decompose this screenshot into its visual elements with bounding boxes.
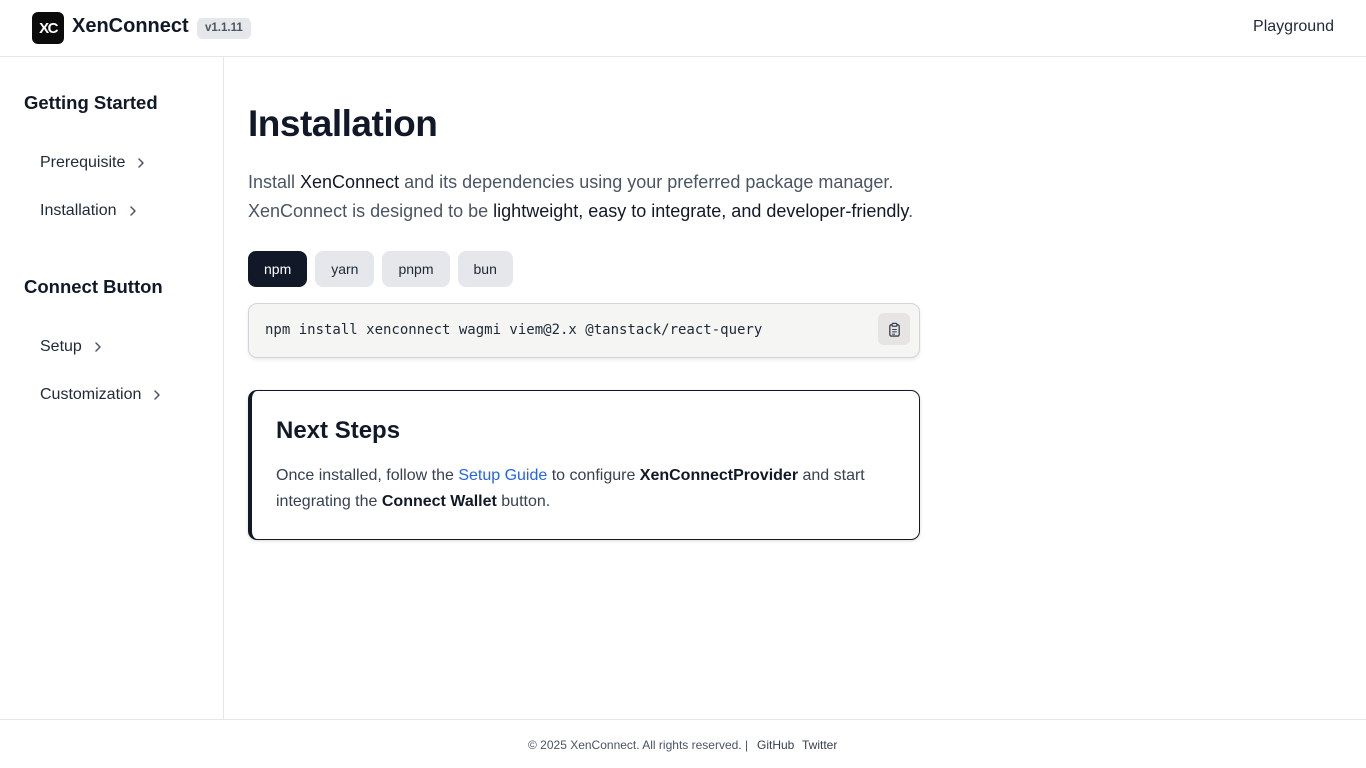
- sidebar-item-label: Setup: [40, 338, 82, 355]
- install-command[interactable]: npm install xenconnect wagmi viem@2.x @t…: [265, 322, 762, 338]
- sidebar-section-connect-button: Connect Button: [24, 276, 163, 297]
- install-command-block: npm install xenconnect wagmi viem@2.x @t…: [248, 303, 920, 358]
- chevron-right-icon: [127, 205, 139, 217]
- intro-paragraph: Install XenConnect and its dependencies …: [248, 168, 948, 226]
- github-link[interactable]: GitHub: [757, 738, 794, 752]
- setup-guide-link[interactable]: Setup Guide: [458, 467, 547, 484]
- copy-button[interactable]: [878, 313, 910, 345]
- twitter-link[interactable]: Twitter: [802, 738, 837, 752]
- top-header: XC XenConnect v1.1.11 Playground: [0, 0, 1366, 57]
- tab-yarn[interactable]: yarn: [315, 251, 375, 287]
- logo-mark: XC: [39, 19, 58, 37]
- clipboard-icon: [887, 322, 902, 337]
- sidebar-section-getting-started: Getting Started: [24, 92, 158, 113]
- sidebar-item-label: Installation: [40, 202, 117, 219]
- intro-highlight: XenConnect: [300, 172, 400, 192]
- chevron-right-icon: [151, 389, 163, 401]
- chevron-right-icon: [135, 157, 147, 169]
- sidebar-item-installation[interactable]: Installation: [40, 202, 139, 220]
- next-steps-segment: Once installed, follow the: [276, 467, 459, 484]
- logo[interactable]: XC: [32, 12, 64, 44]
- brand-name[interactable]: XenConnect: [72, 15, 189, 38]
- sidebar-item-label: Prerequisite: [40, 154, 126, 171]
- connect-wallet-name: Connect Wallet: [381, 493, 497, 510]
- intro-highlight: lightweight, easy to integrate, and deve…: [493, 201, 909, 221]
- next-steps-card: Next Steps Once installed, follow the Se…: [248, 390, 920, 540]
- tab-bun[interactable]: bun: [457, 251, 513, 287]
- sidebar-item-label: Customization: [40, 386, 142, 403]
- main-content: Installation Install XenConnect and its …: [224, 57, 1366, 719]
- sidebar: Getting Started Prerequisite Installatio…: [0, 57, 224, 719]
- provider-name: XenConnectProvider: [639, 467, 799, 484]
- playground-link[interactable]: Playground: [1253, 18, 1334, 36]
- next-steps-segment: to configure: [547, 467, 640, 484]
- tab-npm[interactable]: npm: [248, 251, 308, 287]
- next-steps-title: Next Steps: [276, 417, 401, 444]
- sidebar-item-prerequisite[interactable]: Prerequisite: [40, 154, 147, 172]
- footer: © 2025 XenConnect. All rights reserved. …: [0, 719, 1366, 768]
- next-steps-segment: button.: [496, 493, 551, 510]
- version-badge: v1.1.11: [197, 18, 251, 39]
- next-steps-text: Once installed, follow the Setup Guide t…: [276, 463, 896, 515]
- intro-text: .: [908, 201, 914, 221]
- intro-text: Install: [248, 172, 301, 192]
- package-manager-tabs: npm yarn pnpm bun: [248, 251, 513, 287]
- sidebar-item-customization[interactable]: Customization: [40, 386, 163, 404]
- copyright-text: © 2025 XenConnect. All rights reserved. …: [528, 738, 749, 752]
- chevron-right-icon: [92, 341, 104, 353]
- page-title: Installation: [248, 103, 438, 144]
- tab-pnpm[interactable]: pnpm: [382, 251, 450, 287]
- sidebar-item-setup[interactable]: Setup: [40, 338, 104, 356]
